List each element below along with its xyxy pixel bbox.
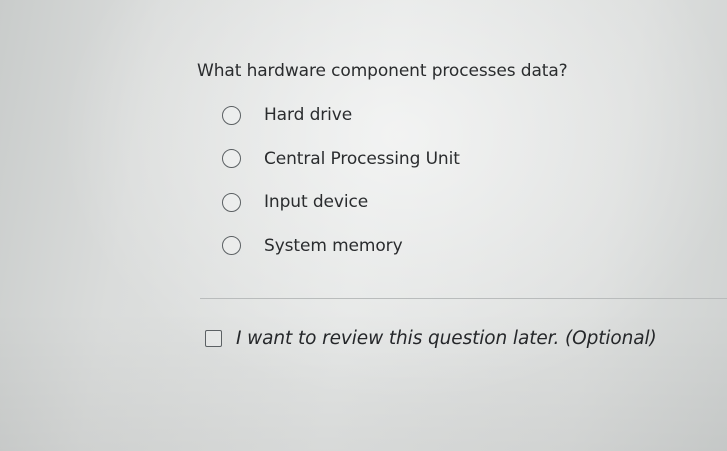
option-input-device[interactable]: Input device <box>222 191 460 213</box>
radio-button[interactable] <box>222 149 241 168</box>
radio-button[interactable] <box>222 192 241 212</box>
option-label: Central Processing Unit <box>264 148 460 169</box>
option-hard-drive[interactable]: Hard drive <box>222 104 460 126</box>
option-system-memory[interactable]: System memory <box>222 235 460 257</box>
review-later-toggle[interactable]: I want to review this question later. (O… <box>205 328 657 349</box>
option-central-processing-unit[interactable]: Central Processing Unit <box>222 148 460 170</box>
answer-options: Hard drive Central Processing Unit Input… <box>222 104 460 278</box>
review-later-label: I want to review this question later. (O… <box>236 328 657 349</box>
option-label: System memory <box>264 235 403 256</box>
option-label: Input device <box>264 192 369 212</box>
review-later-checkbox[interactable] <box>205 330 222 347</box>
radio-button[interactable] <box>222 236 241 255</box>
option-label: Hard drive <box>264 105 353 125</box>
radio-button[interactable] <box>222 105 241 125</box>
question-text: What hardware component processes data? <box>197 61 568 81</box>
divider <box>200 298 727 299</box>
